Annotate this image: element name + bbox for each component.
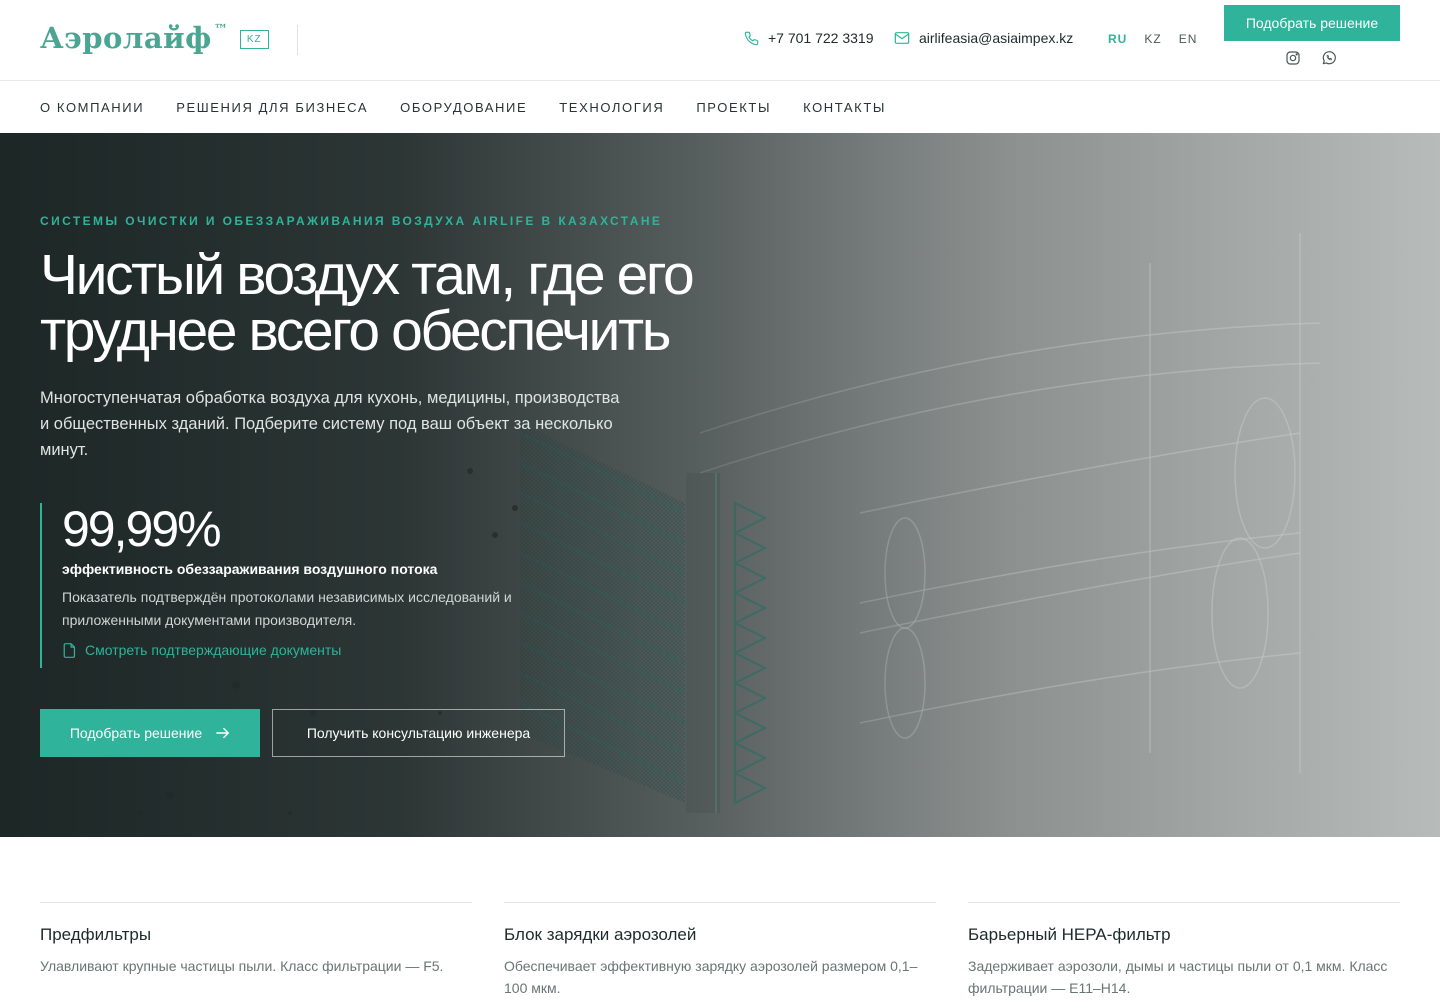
feature-card: Блок зарядки аэрозолей Обеспечивает эффе… xyxy=(504,902,936,999)
feature-card: Предфильтры Улавливают крупные частицы п… xyxy=(40,902,472,999)
hero-title: Чистый воздух там, где его труднее всего… xyxy=(40,247,780,360)
hero-subtitle: Многоступенчатая обработка воздуха для к… xyxy=(40,389,620,459)
stat-note: Показатель подтверждён протоколами незав… xyxy=(62,589,512,628)
filter-stages: Предфильтры Улавливают крупные частицы п… xyxy=(40,902,1400,999)
nav-item-contacts[interactable]: КОНТАКТЫ xyxy=(803,100,886,115)
email-text: airlifeasia@asiaimpex.kz xyxy=(919,30,1074,46)
lang-en[interactable]: EN xyxy=(1179,32,1198,46)
arrow-right-icon xyxy=(216,727,230,739)
lang-kz[interactable]: KZ xyxy=(1144,32,1161,46)
nav-item-equipment[interactable]: ОБОРУДОВАНИЕ xyxy=(400,100,527,115)
documents-link[interactable]: Смотреть подтверждающие документы xyxy=(62,642,560,658)
hero-eyebrow: СИСТЕМЫ ОЧИСТКИ И ОБЕЗЗАРАЖИВАНИЯ ВОЗДУХ… xyxy=(40,214,663,228)
nav-item-business-solutions[interactable]: РЕШЕНИЯ ДЛЯ БИЗНЕСА xyxy=(176,100,368,115)
header-divider xyxy=(297,25,298,55)
efficiency-stat: 99,99% эффективность обеззараживания воз… xyxy=(40,503,560,668)
logo-text: Аэролайф xyxy=(40,21,212,55)
mail-icon xyxy=(894,32,910,44)
feature-title: Предфильтры xyxy=(40,925,152,944)
select-solution-button[interactable]: Подобрать решение xyxy=(40,709,260,757)
top-header: Аэролайф ™ KZ +7 701 722 3319 airlifeasi… xyxy=(0,0,1440,81)
phone-icon xyxy=(744,31,759,45)
documents-link-label: Смотреть подтверждающие документы xyxy=(85,642,342,658)
logo-trademark: ™ xyxy=(213,22,228,38)
email-link[interactable]: airlifeasia@asiaimpex.kz xyxy=(894,30,1073,46)
logo[interactable]: Аэролайф ™ KZ xyxy=(40,20,269,56)
hero-title-line-2: труднее всего обеспечить xyxy=(40,299,671,363)
nav-item-technology[interactable]: ТЕХНОЛОГИЯ xyxy=(559,100,664,115)
engineer-consult-button[interactable]: Получить консультацию инженера xyxy=(272,709,565,757)
select-solution-label: Подобрать решение xyxy=(69,725,203,741)
language-switcher: RU KZ EN xyxy=(1108,32,1197,46)
phone-link[interactable]: +7 701 722 3319 xyxy=(744,30,874,46)
feature-title: Блок зарядки аэрозолей xyxy=(504,925,697,944)
hero-section: СИСТЕМЫ ОЧИСТКИ И ОБЕЗЗАРАЖИВАНИЯ ВОЗДУХ… xyxy=(0,133,1440,837)
instagram-icon[interactable] xyxy=(1285,50,1301,66)
feature-card: Барьерный HEPA-фильтр Задерживает аэрозо… xyxy=(968,902,1400,999)
nav-item-about[interactable]: О КОМПАНИИ xyxy=(40,100,144,115)
lang-ru[interactable]: RU xyxy=(1108,32,1127,46)
region-badge: KZ xyxy=(239,30,269,49)
feature-title: Барьерный HEPA-фильтр xyxy=(968,925,1171,944)
phone-text: +7 701 722 3319 xyxy=(768,30,874,46)
social-links xyxy=(1285,50,1337,66)
nav-item-projects[interactable]: ПРОЕКТЫ xyxy=(696,100,771,115)
document-icon xyxy=(63,642,76,658)
main-nav: О КОМПАНИИ РЕШЕНИЯ ДЛЯ БИЗНЕСА ОБОРУДОВА… xyxy=(0,81,1440,133)
whatsapp-icon[interactable] xyxy=(1321,50,1337,66)
stat-label: эффективность обеззараживания воздушного… xyxy=(62,561,438,577)
feature-description: Задерживает аэрозоли, дымы и частицы пыл… xyxy=(968,958,1388,996)
header-cta-button[interactable]: Подобрать решение xyxy=(1224,5,1400,41)
stat-value: 99,99% xyxy=(62,501,222,557)
hero-title-line-1: Чистый воздух там, где его xyxy=(40,243,695,307)
feature-description: Обеспечивает эффективную зарядку аэрозол… xyxy=(504,958,918,996)
feature-description: Улавливают крупные частицы пыли. Класс ф… xyxy=(40,958,444,974)
